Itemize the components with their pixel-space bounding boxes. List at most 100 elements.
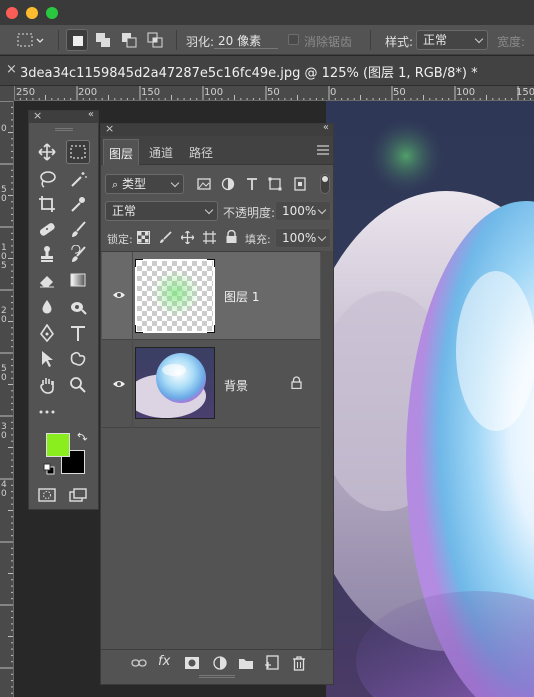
layer-name[interactable]: 图层 1 [224, 288, 259, 305]
tools-panel: × « [28, 109, 99, 510]
trash-icon[interactable] [291, 655, 307, 671]
more-icon [39, 410, 55, 414]
zoom-tool-button[interactable] [66, 373, 90, 397]
options-bar: 羽化: 20 像素 消除锯齿 样式: 正常 宽度: [0, 25, 534, 55]
collapse-icon[interactable]: « [323, 122, 329, 133]
history-brush-icon [71, 245, 86, 262]
lock-image-pixels-icon[interactable] [159, 231, 172, 244]
document-tab[interactable]: × 3dea34c1159845d2a47287e5c16fc49e.jpg @… [0, 56, 534, 86]
dodge-tool-button[interactable] [66, 295, 90, 319]
tab-paths[interactable]: 路径 [183, 144, 219, 161]
filter-shape-icon[interactable] [268, 177, 282, 191]
blur-tool-button[interactable] [35, 295, 59, 319]
resize-handle-icon[interactable] [199, 675, 235, 678]
swap-colors-icon[interactable] [76, 431, 88, 443]
default-colors-icon[interactable] [43, 463, 55, 475]
screen-mode-button[interactable] [66, 483, 90, 507]
opacity-input[interactable]: 100% [275, 201, 331, 221]
ruler-tick-label: 0 [1, 431, 7, 441]
filter-toggle[interactable] [320, 174, 330, 194]
type-icon [71, 326, 85, 341]
horizontal-ruler[interactable]: 250 200 150 100 50 0 50 100 150 [14, 86, 534, 101]
subtract-selection-button[interactable] [118, 29, 140, 51]
pen-tool-button[interactable] [35, 321, 59, 345]
history-brush-tool-button[interactable] [66, 242, 90, 266]
quick-mask-button[interactable] [35, 483, 59, 507]
quick-mask-icon [38, 488, 56, 502]
lock-transparent-pixels-icon[interactable] [137, 231, 150, 244]
layer-row[interactable]: 背景 [102, 341, 320, 428]
blend-mode-select[interactable]: 正常 [105, 201, 218, 221]
move-tool-button[interactable] [35, 140, 59, 164]
ruler-tick-label: 0 [1, 373, 7, 383]
custom-shape-tool-button[interactable] [66, 347, 90, 371]
layer-filter-select[interactable]: ⌕ 类型 [105, 174, 184, 194]
screen-mode-icon [69, 488, 87, 502]
magic-wand-tool-button[interactable] [66, 167, 90, 191]
tab-layers[interactable]: 图层 [103, 139, 139, 165]
filter-type-icon[interactable] [245, 177, 259, 191]
layers-panel-header[interactable]: × « [101, 122, 333, 136]
link-layers-icon[interactable] [131, 655, 147, 671]
layer-thumbnail [135, 259, 215, 333]
panel-tabs: 图层 通道 路径 [101, 136, 333, 165]
gradient-tool-button[interactable] [66, 268, 90, 292]
lasso-tool-button[interactable] [35, 167, 59, 191]
eyedropper-tool-button[interactable] [66, 192, 90, 216]
eye-icon[interactable] [112, 379, 126, 389]
eyedropper-icon [71, 197, 85, 212]
minimize-window-button[interactable] [26, 7, 38, 19]
tools-panel-header[interactable]: × « [29, 109, 98, 123]
add-selection-button[interactable] [92, 29, 114, 51]
ruler-corner [0, 86, 14, 101]
tab-channels[interactable]: 通道 [143, 144, 179, 161]
hand-tool-button[interactable] [35, 373, 59, 397]
new-group-folder-icon[interactable] [238, 655, 254, 671]
maximize-window-button[interactable] [46, 7, 58, 19]
filter-smart-object-icon[interactable] [293, 177, 307, 191]
filter-adjustment-icon[interactable] [221, 177, 235, 191]
feather-input[interactable]: 20 像素 [214, 30, 278, 49]
lock-position-icon[interactable] [181, 231, 194, 244]
rect-marquee-tool-button[interactable] [66, 140, 90, 164]
layer-style-fx-button[interactable]: fx [158, 654, 170, 669]
style-select[interactable]: 正常 [416, 30, 488, 50]
filter-pixel-icon[interactable] [197, 177, 211, 191]
document-canvas[interactable] [326, 101, 534, 697]
more-tools-button[interactable] [35, 400, 59, 424]
healing-brush-tool-button[interactable] [35, 217, 59, 241]
add-mask-icon[interactable] [184, 655, 200, 671]
collapse-icon[interactable]: « [88, 109, 94, 120]
new-adjustment-layer-icon[interactable] [212, 655, 228, 671]
foreground-color-swatch[interactable] [46, 433, 70, 457]
new-selection-button[interactable] [66, 29, 88, 51]
lock-all-icon[interactable] [225, 230, 238, 244]
brush-icon [72, 221, 86, 237]
tab-close-icon[interactable]: × [6, 62, 17, 77]
layer-name[interactable]: 背景 [224, 377, 248, 394]
type-tool-button[interactable] [66, 321, 90, 345]
lock-label: 锁定: [107, 233, 133, 246]
new-layer-icon[interactable] [264, 655, 280, 671]
clone-stamp-tool-button[interactable] [35, 242, 59, 266]
close-window-button[interactable] [6, 7, 18, 19]
close-icon[interactable]: × [33, 109, 42, 122]
vertical-ruler[interactable]: 0 5 0 1 0 5 2 0 5 0 3 0 4 0 [0, 101, 14, 697]
crop-tool-button[interactable] [35, 192, 59, 216]
brush-tool-button[interactable] [66, 217, 90, 241]
layer-thumbnail [135, 347, 215, 419]
chevron-down-icon [170, 178, 180, 188]
panel-menu-icon[interactable] [317, 145, 329, 155]
eraser-tool-button[interactable] [35, 268, 59, 292]
fill-input[interactable]: 100% [275, 228, 331, 248]
eye-icon[interactable] [112, 290, 126, 300]
lock-artboard-icon[interactable] [203, 231, 216, 244]
path-selection-tool-button[interactable] [35, 347, 59, 371]
close-icon[interactable]: × [105, 122, 114, 135]
layer-row[interactable]: 图层 1 [102, 252, 320, 340]
intersect-selection-button[interactable] [144, 29, 166, 51]
drag-handle-icon[interactable] [55, 128, 73, 131]
antialias-checkbox[interactable] [288, 34, 299, 45]
stamp-icon [41, 246, 53, 262]
marquee-tool-preset-picker[interactable] [14, 29, 50, 51]
